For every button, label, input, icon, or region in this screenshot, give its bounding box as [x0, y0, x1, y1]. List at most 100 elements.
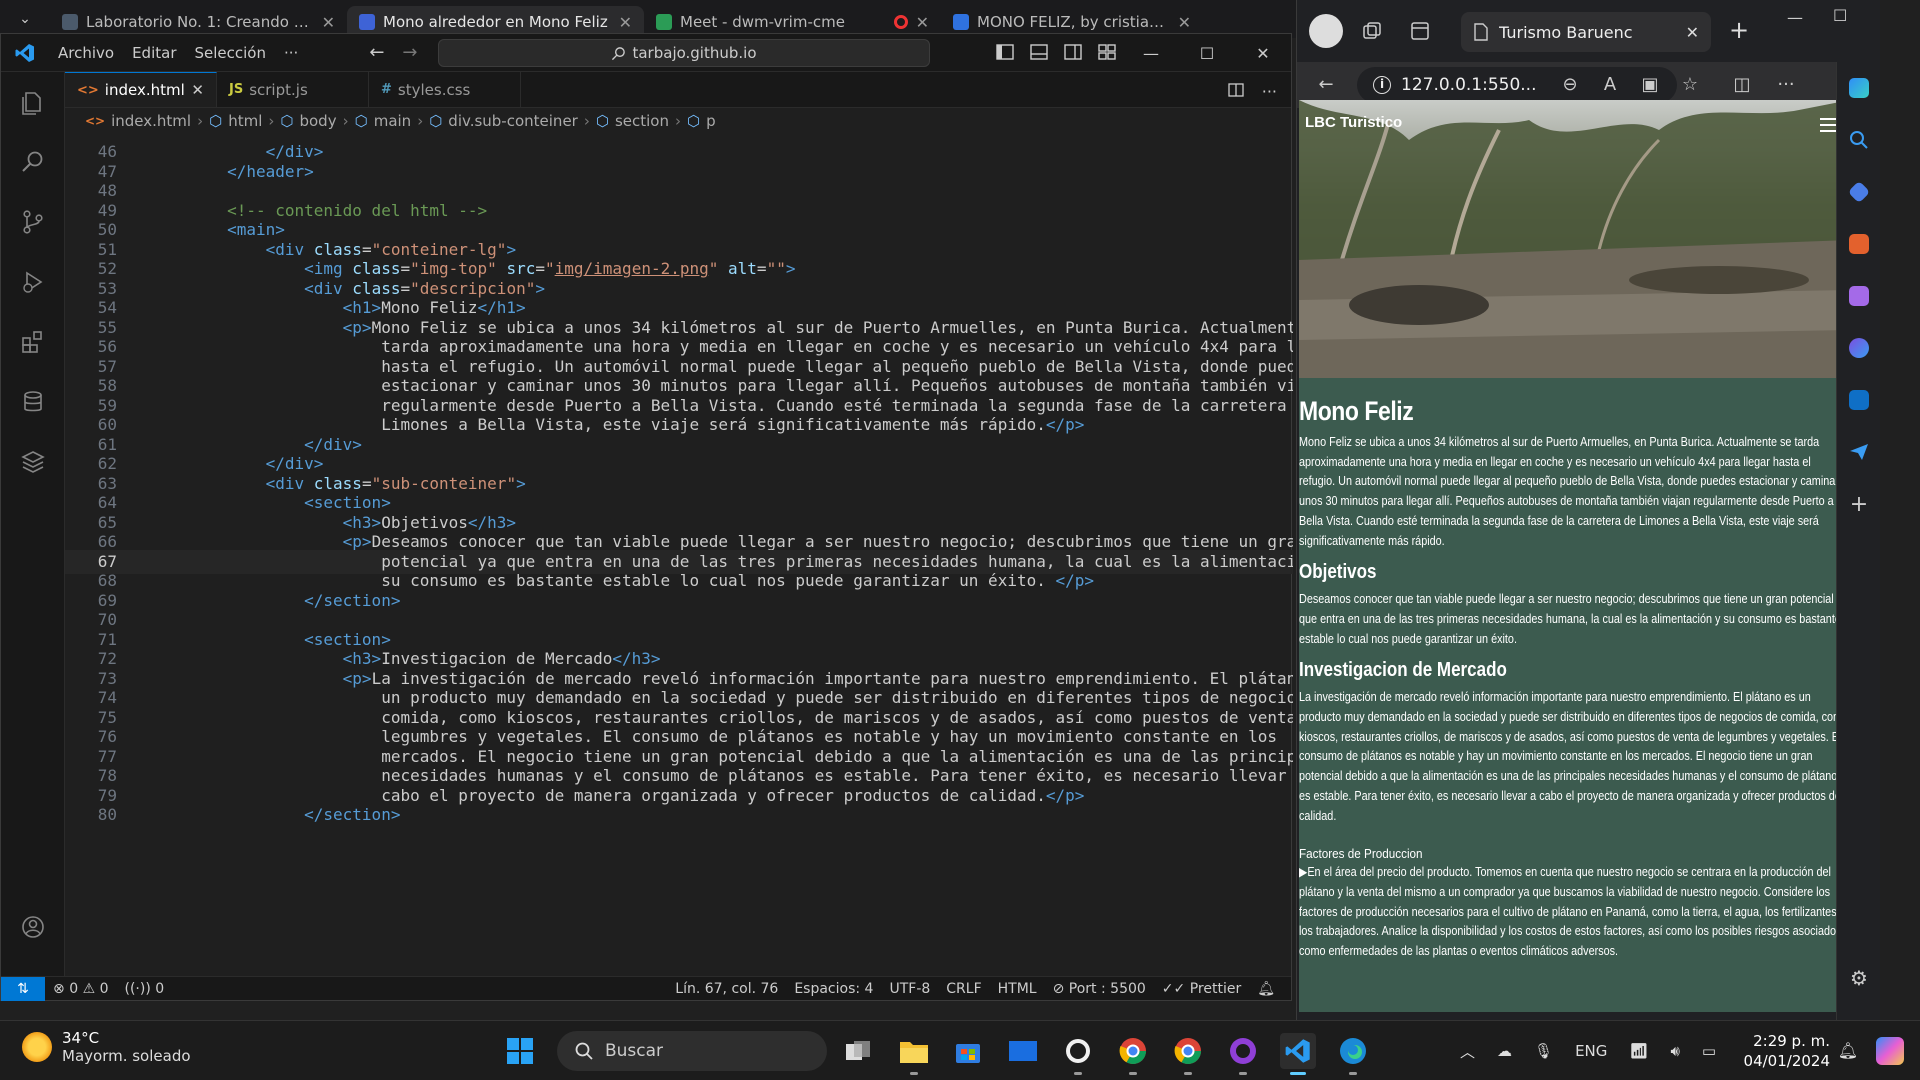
taskbar-search[interactable]: Buscar [557, 1031, 827, 1071]
more-actions-icon[interactable]: ··· [1262, 82, 1277, 101]
outlook-icon[interactable] [1837, 374, 1881, 426]
notifications-bell-icon[interactable]: 🔔︎ [1249, 981, 1283, 997]
forward-arrow-icon[interactable]: → [402, 42, 417, 63]
microsoft-store-icon[interactable] [950, 1033, 986, 1069]
customize-layout-icon[interactable] [1097, 42, 1117, 62]
copilot-icon[interactable] [1837, 62, 1881, 114]
close-icon[interactable]: ✕ [1686, 23, 1699, 42]
toggle-secondary-sidebar-icon[interactable] [1063, 42, 1083, 62]
shopping-tag-icon[interactable] [1837, 166, 1881, 218]
layers-icon[interactable] [1, 432, 65, 492]
zoom-out-icon[interactable]: ⊖ [1559, 74, 1581, 96]
tab-index-html[interactable]: <> index.html ✕ [65, 72, 217, 107]
breadcrumb-item[interactable]: p [706, 112, 716, 130]
github-copilot-icon[interactable] [1060, 1033, 1096, 1075]
show-hidden-icons-chevron-icon[interactable]: ︿ [1460, 1041, 1475, 1062]
windows-start-icon[interactable] [502, 1033, 538, 1069]
notifications-bell-icon[interactable]: 🔔︎ [1838, 1041, 1858, 1060]
end-of-line[interactable]: CRLF [938, 981, 989, 997]
copilot-taskbar-icon[interactable] [1876, 1037, 1904, 1065]
site-brand[interactable]: LBC Turistico [1305, 114, 1402, 131]
minimize-icon[interactable]: — [1787, 8, 1803, 27]
games-icon[interactable] [1837, 270, 1881, 322]
breadcrumb-item[interactable]: section [615, 112, 669, 130]
close-icon[interactable]: ✕ [916, 13, 929, 32]
microphone-icon[interactable]: 🎙︎ [1534, 1042, 1553, 1060]
profile-avatar[interactable] [1309, 14, 1343, 48]
weather-widget[interactable]: 34°C Mayorm. soleado [22, 1029, 191, 1065]
split-editor-icon[interactable] [1228, 82, 1244, 101]
close-icon[interactable]: ✕ [322, 13, 335, 32]
edge-active-tab[interactable]: Turismo Baruenc ✕ [1461, 12, 1711, 52]
wifi-icon[interactable]: 📶︎ [1629, 1042, 1648, 1060]
split-screen-icon[interactable]: ◫ [1731, 74, 1753, 96]
battery-icon[interactable]: ▭ [1702, 1042, 1716, 1060]
input-language[interactable]: ENG [1575, 1042, 1607, 1060]
back-arrow-icon[interactable]: ← [1315, 74, 1337, 96]
close-icon[interactable]: ✕ [191, 81, 204, 99]
new-tab-plus-icon[interactable]: + [1729, 16, 1749, 44]
accounts-icon[interactable] [1, 897, 65, 957]
favorite-star-icon[interactable]: ☆ [1679, 74, 1701, 96]
close-icon[interactable]: ✕ [1178, 13, 1191, 32]
breadcrumb-item[interactable]: div.sub-conteiner [448, 112, 578, 130]
database-icon[interactable] [1, 372, 65, 432]
tab-styles-css[interactable]: # styles.css [369, 72, 521, 107]
ports-status[interactable]: ((·)) 0 [117, 981, 173, 997]
breadcrumb-item[interactable]: html [228, 112, 262, 130]
close-window-icon[interactable]: ✕ [1235, 34, 1291, 72]
workspaces-icon[interactable] [1361, 20, 1383, 42]
taskbar-clock[interactable]: 2:29 p. m. 04/01/2024 [1744, 1031, 1830, 1071]
tab-script-js[interactable]: JS script.js [217, 72, 369, 107]
github-desktop-icon[interactable] [1225, 1033, 1261, 1075]
prettier-status[interactable]: ✓✓ Prettier [1154, 981, 1249, 997]
menu-seleccion[interactable]: Selección [186, 40, 276, 66]
toggle-primary-sidebar-icon[interactable] [995, 42, 1015, 62]
edge-taskbar-icon[interactable] [1335, 1033, 1371, 1075]
menu-editar[interactable]: Editar [123, 40, 185, 66]
search-icon[interactable] [1, 132, 65, 192]
minimize-icon[interactable]: — [1123, 34, 1179, 72]
task-view-icon[interactable] [840, 1033, 876, 1069]
language-mode[interactable]: HTML [990, 981, 1045, 997]
vscode-taskbar-icon[interactable] [1280, 1033, 1316, 1075]
read-aloud-icon[interactable]: A [1599, 74, 1621, 96]
add-plus-icon[interactable]: + [1837, 478, 1881, 530]
extensions-icon[interactable] [1, 312, 65, 372]
code-line[interactable]: 80 </section> [65, 803, 1293, 827]
onedrive-cloud-icon[interactable]: ☁︎ [1497, 1042, 1512, 1060]
remote-indicator-icon[interactable]: ⇅ [1, 976, 45, 1001]
disclosure-triangle-icon[interactable]: ▶ [1299, 865, 1307, 879]
breadcrumb-item[interactable]: main [374, 112, 411, 130]
maximize-icon[interactable]: ☐ [1179, 34, 1235, 72]
menu-archivo[interactable]: Archivo [49, 40, 123, 66]
tab-actions-chevron-icon[interactable]: ⌄ [0, 11, 50, 27]
more-menu-icon[interactable]: ··· [1775, 74, 1797, 96]
send-icon[interactable] [1837, 426, 1881, 478]
sidebar-settings-gear-icon[interactable]: ⚙︎ [1837, 952, 1881, 1004]
run-debug-icon[interactable] [1, 252, 65, 312]
chrome-icon[interactable] [1115, 1033, 1151, 1075]
code-editor[interactable]: 46 </div> 47 </header> 48 49 <!-- contenido… [65, 140, 1293, 1006]
hp-app-icon[interactable] [1005, 1033, 1041, 1069]
close-icon[interactable]: ✕ [619, 13, 632, 32]
menu-more-icon[interactable]: ··· [275, 40, 307, 66]
tools-icon[interactable] [1837, 218, 1881, 270]
cursor-position[interactable]: Lín. 67, col. 76 [667, 981, 786, 997]
breadcrumb-item[interactable]: index.html [111, 112, 191, 130]
problems-status[interactable]: ⊗ 0 ⚠ 0 [45, 981, 117, 997]
maximize-icon[interactable]: ☐ [1833, 6, 1847, 25]
address-bar[interactable]: i 127.0.0.1:550... [1357, 67, 1677, 103]
live-server-port[interactable]: ⊘ Port : 5500 [1045, 981, 1154, 997]
indentation[interactable]: Espacios: 4 [786, 981, 881, 997]
encoding[interactable]: UTF-8 [881, 981, 938, 997]
file-explorer-icon[interactable] [896, 1033, 932, 1075]
microsoft365-icon[interactable] [1837, 322, 1881, 374]
command-center[interactable]: tarbajo.github.io [438, 39, 930, 67]
volume-icon[interactable]: 🔊︎ [1670, 1042, 1679, 1060]
immersive-reader-icon[interactable]: ▣ [1639, 74, 1661, 96]
breadcrumb-item[interactable]: body [299, 112, 336, 130]
toggle-panel-icon[interactable] [1029, 42, 1049, 62]
explorer-icon[interactable] [1, 72, 65, 132]
back-arrow-icon[interactable]: ← [369, 42, 384, 63]
